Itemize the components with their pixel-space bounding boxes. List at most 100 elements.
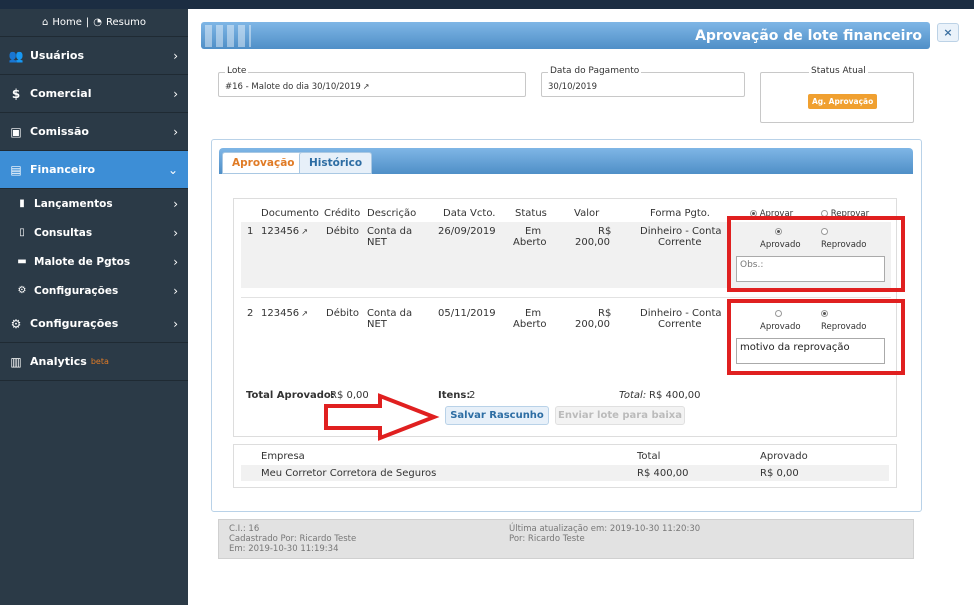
status-atual-box: Status Atual Ag. Aprovação xyxy=(760,66,914,123)
header-status: Status xyxy=(515,208,547,219)
aprovado-header: Aprovado xyxy=(760,451,808,462)
status-badge: Ag. Aprovação xyxy=(808,94,878,109)
sidebar-item-analytics[interactable]: ▥ Analytics beta xyxy=(0,343,188,381)
top-bar xyxy=(0,0,974,9)
lote-field[interactable]: Lote #16 - Malote do dia 30/10/2019 ↗ xyxy=(218,66,526,97)
dollar-icon: $ xyxy=(11,86,21,101)
document-icon: ▮ xyxy=(19,198,25,209)
gears-icon: ⚙ xyxy=(10,316,22,331)
sidebar-item-comercial[interactable]: $ Comercial › xyxy=(0,75,188,113)
sidebar-item-label: Configurações xyxy=(30,317,119,330)
row-number: 2 xyxy=(247,308,254,319)
annotation-arrow-icon xyxy=(324,393,440,441)
submenu-item-malote[interactable]: ▬ Malote de Pgtos › xyxy=(0,247,188,276)
valor-cell: 200,00 xyxy=(575,319,610,330)
users-icon: 👥 xyxy=(8,48,24,63)
forma-cell: Corrente xyxy=(658,319,702,330)
money-icon: ▣ xyxy=(10,124,22,139)
header-descricao: Descrição xyxy=(367,208,417,219)
itens-value: 2 xyxy=(469,390,476,401)
valor-cell: R$ xyxy=(598,226,612,237)
total-header: Total xyxy=(637,451,661,462)
descricao-cell: Conta da xyxy=(367,226,413,237)
status-cell: Em xyxy=(525,308,542,319)
sidebar-item-configuracoes[interactable]: ⚙ Configurações › xyxy=(0,305,188,343)
dialog-title: Aprovação de lote financeiro xyxy=(695,27,922,44)
sidebar: ⌂ Home | ◔ Resumo 👥 Usuários › $ Comerci… xyxy=(0,9,188,605)
close-button[interactable]: × xyxy=(937,23,959,42)
sidebar-item-usuarios[interactable]: 👥 Usuários › xyxy=(0,37,188,75)
total-label: Total: xyxy=(619,390,647,401)
gear-icon: ⚙ xyxy=(17,285,27,296)
resumo-link[interactable]: Resumo xyxy=(106,17,146,28)
chevron-right-icon: › xyxy=(173,316,178,331)
row-number: 1 xyxy=(247,226,254,237)
sidebar-item-financeiro[interactable]: ▤ Financeiro ⌄ xyxy=(0,151,188,189)
descricao-cell: Conta da xyxy=(367,308,413,319)
status-cell: Em xyxy=(525,226,542,237)
empresa-total-cell: R$ 400,00 xyxy=(637,468,689,479)
documento-link[interactable]: 123456 ↗ xyxy=(261,308,308,319)
submenu-item-label: Consultas xyxy=(34,226,93,239)
sidebar-item-label: Analytics xyxy=(30,355,87,368)
submenu-item-label: Malote de Pgtos xyxy=(34,255,131,268)
forma-cell: Corrente xyxy=(658,237,702,248)
external-link-icon: ↗ xyxy=(301,309,308,318)
tab-historico[interactable]: Histórico xyxy=(299,152,373,174)
header-documento: Documento xyxy=(261,208,319,219)
footer-em: Em: 2019-10-30 11:19:34 xyxy=(229,544,339,554)
home-link[interactable]: Home xyxy=(52,17,82,28)
lote-value[interactable]: #16 - Malote do dia 30/10/2019 ↗ xyxy=(225,82,369,92)
beta-badge: beta xyxy=(90,357,109,366)
chevron-right-icon: › xyxy=(173,225,178,240)
status-cell: Aberto xyxy=(513,319,547,330)
empresa-header: Empresa xyxy=(261,451,305,462)
itens-label: Itens: xyxy=(438,390,471,401)
submenu-item-consultas[interactable]: ▯ Consultas › xyxy=(0,218,188,247)
credito-cell: Débito xyxy=(326,308,360,319)
data-pagamento-label: Data do Pagamento xyxy=(548,66,642,76)
empresa-aprovado-cell: R$ 0,00 xyxy=(760,468,799,479)
pie-chart-icon: ◔ xyxy=(93,17,102,28)
credito-cell: Débito xyxy=(326,226,360,237)
annotation-highlight-box xyxy=(727,216,905,292)
lote-label: Lote xyxy=(225,66,249,76)
chevron-right-icon: › xyxy=(173,283,178,298)
sidebar-item-comissao[interactable]: ▣ Comissão › xyxy=(0,113,188,151)
dialog-title-bar: Aprovação de lote financeiro xyxy=(201,22,930,49)
sidebar-item-label: Comissão xyxy=(30,125,89,138)
chevron-down-icon: ⌄ xyxy=(167,162,178,177)
external-link-icon: ↗ xyxy=(301,227,308,236)
valor-cell: R$ xyxy=(598,308,612,319)
header-forma-pgto: Forma Pgto. xyxy=(650,208,710,219)
status-atual-label: Status Atual xyxy=(809,66,868,76)
salvar-rascunho-button[interactable]: Salvar Rascunho xyxy=(445,406,549,425)
header-credito: Crédito xyxy=(324,208,361,219)
forma-cell: Dinheiro - Conta xyxy=(640,226,722,237)
status-cell: Aberto xyxy=(513,237,547,248)
chevron-right-icon: › xyxy=(173,124,178,139)
submenu-item-lancamentos[interactable]: ▮ Lançamentos › xyxy=(0,189,188,218)
footer-por: Por: Ricardo Teste xyxy=(509,534,585,544)
submenu-item-label: Configurações xyxy=(34,284,119,297)
header-data-vcto: Data Vcto. xyxy=(443,208,496,219)
footer-ci: C.I.: 16 xyxy=(229,524,260,534)
annotation-highlight-box xyxy=(727,299,905,375)
enviar-lote-button[interactable]: Enviar lote para baixa xyxy=(555,406,685,425)
briefcase-icon: ▤ xyxy=(10,162,22,177)
forma-cell: Dinheiro - Conta xyxy=(640,308,722,319)
header-valor: Valor xyxy=(574,208,600,219)
submenu-item-label: Lançamentos xyxy=(34,197,113,210)
documento-link[interactable]: 123456 ↗ xyxy=(261,226,308,237)
list-icon: ▬ xyxy=(17,256,27,267)
empresa-cell: Meu Corretor Corretora de Seguros xyxy=(261,468,437,479)
submenu-item-configuracoes[interactable]: ⚙ Configurações › xyxy=(0,276,188,305)
sidebar-item-label: Usuários xyxy=(30,49,85,62)
sidebar-item-label: Financeiro xyxy=(30,163,96,176)
tab-aprovacao[interactable]: Aprovação xyxy=(222,152,305,174)
footer-ultima: Última atualização em: 2019-10-30 11:20:… xyxy=(509,524,701,534)
data-pagamento-field[interactable]: Data do Pagamento 30/10/2019 xyxy=(541,66,745,97)
sidebar-home-row: ⌂ Home | ◔ Resumo xyxy=(0,9,188,37)
descricao-cell: NET xyxy=(367,319,387,330)
sidebar-item-label: Comercial xyxy=(30,87,92,100)
